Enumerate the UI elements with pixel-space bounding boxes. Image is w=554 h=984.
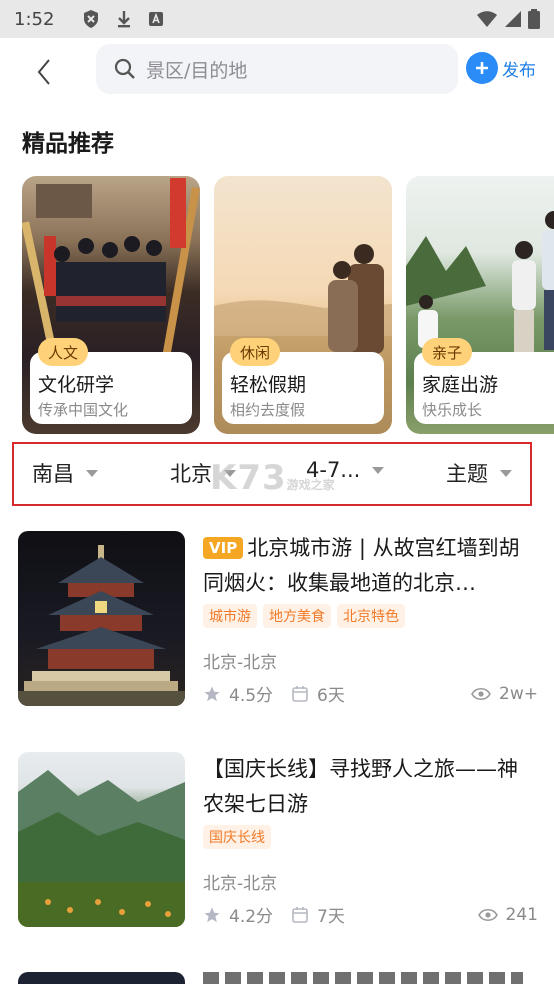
back-button[interactable]	[24, 52, 64, 92]
card-title: 文化研学	[38, 374, 115, 396]
battery-icon	[528, 9, 540, 29]
caret-down-icon	[86, 469, 98, 477]
caret-down-icon	[372, 466, 385, 474]
filter-label: 南昌	[32, 462, 74, 486]
search-input[interactable]: 景区/目的地	[96, 44, 458, 94]
card-title: 家庭出游	[422, 374, 499, 396]
publish-label: 发布	[502, 60, 536, 81]
status-bar: 1:52	[0, 0, 554, 38]
calendar-icon	[292, 685, 308, 702]
trip-meta: 4.2分 7天 241	[203, 902, 538, 927]
star-icon	[204, 907, 220, 922]
search-icon	[114, 58, 135, 79]
chevron-left-icon	[37, 59, 50, 85]
trip-tags: 国庆长线	[203, 825, 538, 849]
trip-tag: 城市游	[203, 604, 257, 628]
filter-label: 北京	[170, 462, 212, 486]
featured-card-family[interactable]: 亲子 家庭出游 快乐成长	[406, 176, 554, 434]
publish-button[interactable]: 发布	[466, 52, 536, 84]
trip-route: 北京-北京	[203, 874, 278, 894]
plus-icon	[466, 52, 498, 84]
trip-item[interactable]: VIP 北京城市游 | 从故宫红墙到胡同烟火：收集最地道的北京… 城市游 地方美食…	[18, 531, 538, 709]
star-icon	[204, 686, 220, 701]
watermark-sub: 游戏之家	[286, 478, 335, 492]
card-subtitle: 相约去度假	[230, 401, 306, 419]
eye-icon	[471, 687, 491, 700]
signal-icon	[505, 11, 521, 27]
trip-views: 2w+	[499, 683, 538, 704]
trip-days: 7天	[317, 907, 345, 927]
card-title: 轻松假期	[230, 374, 307, 396]
card-info: 休闲 轻松假期 相约去度假	[222, 338, 384, 424]
card-info: 人文 文化研学 传承中国文化	[30, 338, 192, 424]
trip-title-text: 北京城市游 | 从故宫红墙到胡同烟火：收集最地道的北京…	[203, 536, 520, 595]
filter-theme[interactable]: 主题	[446, 458, 512, 488]
filter-departure[interactable]: 南昌	[32, 458, 98, 488]
trip-item-partial-title	[203, 972, 523, 984]
calendar-icon	[292, 906, 308, 923]
trip-item[interactable]: 【国庆长线】寻找野人之旅——神农架七日游 国庆长线 北京-北京 4.2分 7天 …	[18, 752, 538, 930]
featured-card-culture[interactable]: 人文 文化研学 传承中国文化	[22, 176, 200, 434]
section-title: 精品推荐	[22, 131, 114, 157]
trip-item-partial-thumb[interactable]	[18, 972, 185, 984]
featured-card-leisure[interactable]: 休闲 轻松假期 相约去度假	[214, 176, 392, 434]
trip-title: VIP 北京城市游 | 从故宫红墙到胡同烟火：收集最地道的北京…	[203, 531, 538, 601]
trip-views: 241	[505, 904, 538, 925]
shennongjia-photo	[18, 752, 185, 927]
card-subtitle: 快乐成长	[422, 401, 483, 419]
eye-icon	[477, 908, 498, 921]
trip-meta: 4.5分 6天 2w+	[203, 681, 538, 706]
trip-title-text: 【国庆长线】寻找野人之旅——神农架七日游	[203, 757, 518, 816]
card-tag: 人文	[38, 338, 89, 366]
featured-carousel[interactable]: 人文 文化研学 传承中国文化 休闲 轻松假期 相约去度假 亲子 家庭出游 快乐成…	[22, 176, 554, 434]
trip-route: 北京-北京	[203, 653, 278, 673]
trip-tags: 城市游 地方美食 北京特色	[203, 604, 538, 628]
card-subtitle: 传承中国文化	[38, 401, 129, 419]
trip-tag: 北京特色	[337, 604, 405, 628]
download-icon	[118, 11, 130, 28]
watermark: K73游戏之家	[210, 458, 335, 498]
trip-tag: 地方美食	[263, 604, 331, 628]
shield-icon	[84, 10, 98, 28]
trip-tag: 国庆长线	[203, 825, 271, 849]
card-info: 亲子 家庭出游 快乐成长	[414, 338, 554, 424]
app-a-icon	[149, 12, 163, 26]
card-tag: 亲子	[422, 338, 473, 366]
status-time: 1:52	[14, 8, 55, 30]
wifi-icon	[477, 11, 497, 27]
trip-rating: 4.5分	[229, 686, 274, 706]
trip-title: 【国庆长线】寻找野人之旅——神农架七日游	[203, 752, 538, 822]
caret-down-icon	[500, 469, 512, 477]
card-tag: 休闲	[230, 338, 281, 366]
trip-days: 6天	[317, 686, 345, 706]
vip-badge: VIP	[203, 537, 244, 559]
watermark-text: K73	[210, 458, 287, 498]
search-placeholder: 景区/目的地	[146, 59, 248, 82]
temple-of-heaven-photo	[18, 531, 185, 706]
header: 景区/目的地 发布	[0, 38, 554, 104]
filter-label: 主题	[446, 462, 488, 486]
trip-rating: 4.2分	[229, 907, 274, 927]
